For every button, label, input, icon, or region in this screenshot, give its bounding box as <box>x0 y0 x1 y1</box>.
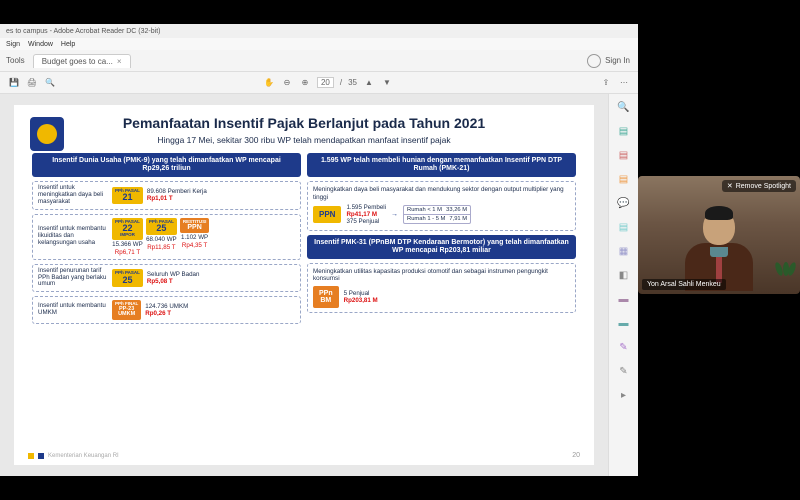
right-banner-2: Insentif PMK-31 (PPnBM DTP Kendaraan Ber… <box>307 235 576 259</box>
ppn-box: Meningkatkan daya beli masyarakat dan me… <box>307 181 576 230</box>
menu-bar: Sign Window Help <box>0 38 638 50</box>
next-page-icon[interactable]: ▼ <box>381 77 393 89</box>
document-area: Pemanfaatan Insentif Pajak Berlanjut pad… <box>0 94 638 476</box>
share-icon[interactable]: ⇪ <box>600 77 612 89</box>
rail-protect-icon[interactable]: ▬ <box>617 316 631 330</box>
avatar-icon <box>587 54 601 68</box>
rail-redact-icon[interactable]: ▬ <box>617 292 631 306</box>
prev-page-icon[interactable]: ▲ <box>363 77 375 89</box>
rail-search-icon[interactable]: 🔍 <box>617 100 631 114</box>
slide-footer: Kementerian Keuangan RI <box>28 453 119 459</box>
acrobat-window: es to campus - Adobe Acrobat Reader DC (… <box>0 24 638 476</box>
badge-ppn: PPN <box>313 206 341 223</box>
row-likuiditas: Insentif untuk membantu likuiditas dan k… <box>32 214 301 260</box>
zoom-out-icon[interactable]: ⊖ <box>281 77 293 89</box>
rail-compress-icon[interactable]: ◧ <box>617 268 631 282</box>
rail-fill-icon[interactable]: ✎ <box>617 340 631 354</box>
rail-combine-icon[interactable]: ▤ <box>617 220 631 234</box>
slide-title: Pemanfaatan Insentif Pajak Berlanjut pad… <box>32 115 576 131</box>
page-current[interactable]: 20 <box>317 77 334 88</box>
right-banner-1: 1.595 WP telah membeli hunian dengan mem… <box>307 153 576 177</box>
rail-comment-icon[interactable]: 💬 <box>617 196 631 210</box>
row-label: Insentif untuk membantu likuiditas dan k… <box>38 226 108 246</box>
row-pph21: Insentif untuk meningkatkan daya beli ma… <box>32 181 301 209</box>
left-column: Insentif Dunia Usaha (PMK-9) yang telah … <box>32 153 301 324</box>
rail-organize-icon[interactable]: ▦ <box>617 244 631 258</box>
tab-toolbar: Tools Budget goes to ca... × Sign In <box>0 50 638 72</box>
page-toolbar: 💾 🖨 🔍 ✋ ⊖ ⊕ 20 / 35 ▲ ▼ ⇪ ⋯ <box>0 72 638 94</box>
participant-video-tile[interactable]: ✕ Remove Spotlight Yon Arsal Sahli Menke… <box>638 176 800 294</box>
badge-umkm: PPh FINAL PP-23 UMKM <box>112 300 141 320</box>
ministry-logo <box>30 117 64 151</box>
close-icon[interactable]: × <box>117 57 122 66</box>
document-tab[interactable]: Budget goes to ca... × <box>33 54 131 68</box>
zoom-in-icon[interactable]: ⊕ <box>299 77 311 89</box>
badge-pph21: PPh PASAL 21 <box>112 187 143 205</box>
remove-icon: ✕ <box>727 182 733 190</box>
window-titlebar: es to campus - Adobe Acrobat Reader DC (… <box>0 24 638 38</box>
badge-ppnbm: PPn BM <box>313 286 339 308</box>
housing-table: Rumah < 1 M33,26 M Rumah 1 - 5 M7,91 M <box>403 205 471 224</box>
save-icon[interactable]: 💾 <box>8 77 20 89</box>
badge-pph22: PPh PASAL 22 IMPOR <box>112 218 143 240</box>
rail-edit-icon[interactable]: ▤ <box>617 148 631 162</box>
page-sep: / <box>340 78 342 87</box>
badge-ppn-restitusi: RESTITUSI PPN <box>180 218 210 234</box>
window-title: es to campus - Adobe Acrobat Reader DC (… <box>6 28 160 35</box>
row-label: Insentif untuk meningkatkan daya beli ma… <box>38 185 108 205</box>
rail-create-icon[interactable]: ▤ <box>617 172 631 186</box>
right-tools-rail: 🔍 ▤ ▤ ▤ 💬 ▤ ▦ ◧ ▬ ▬ ✎ ✎ ▸ <box>608 94 638 476</box>
signin-label: Sign In <box>605 56 630 65</box>
plant-decoration <box>776 262 796 288</box>
menu-sign[interactable]: Sign <box>6 41 20 48</box>
row-umkm: Insentif untuk membantu UMKM PPh FINAL P… <box>32 296 301 324</box>
rail-send-icon[interactable]: ✎ <box>617 364 631 378</box>
participant-nameplate: Yon Arsal Sahli Menkeu <box>642 279 726 290</box>
signin-area[interactable]: Sign In <box>579 50 638 72</box>
rail-collapse-icon[interactable]: ▸ <box>617 388 631 402</box>
badge-pph25: PPh PASAL 25 <box>146 218 177 236</box>
tab-label: Budget goes to ca... <box>42 57 113 66</box>
right-column: 1.595 WP telah membeli hunian dengan mem… <box>307 153 576 324</box>
tools-button[interactable]: Tools <box>6 56 25 65</box>
stat-pph21: 89.608 Pemberi Kerja Rp1,01 T <box>147 188 207 202</box>
row-pphbadan: Insentif penurunan tarif PPh Badan yang … <box>32 264 301 292</box>
slide-subtitle: Hingga 17 Mei, sekitar 300 ribu WP telah… <box>32 135 576 145</box>
search-icon[interactable]: 🔍 <box>44 77 56 89</box>
rail-export-icon[interactable]: ▤ <box>617 124 631 138</box>
slide-page-number: 20 <box>572 452 580 459</box>
menu-help[interactable]: Help <box>61 41 75 48</box>
badge-pph25b: PPh PASAL 25 <box>112 269 143 287</box>
print-icon[interactable]: 🖨 <box>26 77 38 89</box>
arrow-icon: → <box>391 211 398 218</box>
left-banner: Insentif Dunia Usaha (PMK-9) yang telah … <box>32 153 301 177</box>
hand-icon[interactable]: ✋ <box>263 77 275 89</box>
page-total: 35 <box>348 78 357 87</box>
more-icon[interactable]: ⋯ <box>618 77 630 89</box>
menu-window[interactable]: Window <box>28 41 53 48</box>
ppnbm-box: Meningkatkan utilitas kapasitas produksi… <box>307 263 576 313</box>
remove-spotlight-button[interactable]: ✕ Remove Spotlight <box>722 180 796 192</box>
slide-content: Pemanfaatan Insentif Pajak Berlanjut pad… <box>14 105 594 465</box>
